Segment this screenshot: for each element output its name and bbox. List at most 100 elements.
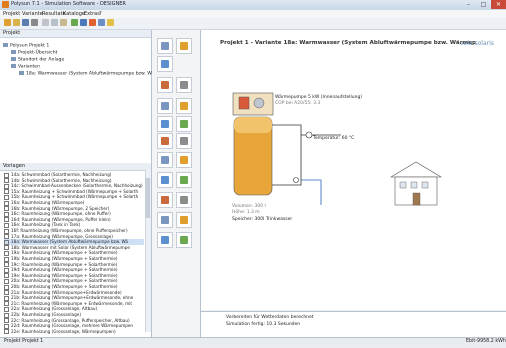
template-label: 16b: Raumheizung (Wärmepumpe, 2 Speicher…: [11, 205, 110, 211]
window-title: Polysun 7.1 - Simulation Software - DESI…: [11, 1, 126, 7]
tree-item-variant-18a[interactable]: 18a: Warmwasser (System Abluftwärmepumpe…: [19, 71, 169, 77]
collector-icon[interactable]: [157, 152, 173, 168]
compressor-icon: [238, 96, 250, 110]
template-label: 16c: Raumheizung (Wärmepumpe, ohne Puffe…: [11, 211, 111, 217]
cut-icon[interactable]: [42, 19, 49, 26]
sensor-icon[interactable]: [176, 232, 192, 248]
template-label: 19e: Raumheizung (Wärmepumpe + Solarther…: [11, 272, 118, 278]
pipe-tee-icon[interactable]: [176, 77, 192, 93]
template-label: 16a: Raumheizung (Wärmepumpe): [11, 200, 85, 205]
menu-projekt[interactable]: Projekt: [3, 11, 20, 17]
template-label: 16f: Raumheizung (Wärmepumpe, ohne Puffe…: [11, 228, 128, 233]
status-bar: [0, 337, 506, 348]
template-label: 19d: Raumheizung (Wärmepumpe + Solarther…: [11, 267, 118, 273]
template-label: 19b: Raumheizung (Wärmepumpe + Solarther…: [11, 256, 118, 261]
radiator-icon[interactable]: [157, 133, 173, 149]
pointer-tool-icon[interactable]: [157, 38, 173, 54]
controller-icon[interactable]: [157, 232, 173, 248]
open-folder-icon[interactable]: [13, 19, 20, 26]
template-label: 15a: Raumheizung + Schwimmbad (Wärmepump…: [11, 188, 139, 194]
heat-pump-label: Wärmepumpe 5 kW (Innenaufstellung): [275, 95, 363, 100]
template-label: 14c: Schwimmbad-Aussenbecken (Solartherm…: [11, 183, 143, 189]
tree-item-location[interactable]: Standort der Anlage: [11, 57, 64, 63]
location-icon: [11, 57, 16, 61]
status-energy: Ebit-9958.2 kWh: [466, 339, 506, 344]
hydraulic-diagram[interactable]: [201, 30, 506, 310]
boiler-icon[interactable]: [157, 116, 173, 132]
template-label: 16e: Raumheizung (Tank in Tank): [11, 222, 81, 228]
results-icon[interactable]: [80, 19, 87, 26]
fan-icon: [253, 97, 265, 109]
templates-header: Vorlagen: [0, 163, 151, 171]
tree-header: Projekt: [0, 30, 151, 38]
wall-icon[interactable]: [157, 172, 173, 188]
heater-icon[interactable]: [176, 116, 192, 132]
tree-item-project[interactable]: Polysun Projekt 1: [3, 43, 49, 49]
link-tool-icon[interactable]: [176, 38, 192, 54]
pipe-cold: [301, 179, 322, 205]
tank-icon[interactable]: [157, 98, 173, 114]
template-label: 18a: Warmwasser (System Abluftwärmepumpe…: [11, 239, 128, 245]
template-label: 21a: Raumheizung (Wärmepumpe+Erdwärmeson…: [11, 289, 122, 295]
paste-icon[interactable]: [60, 19, 67, 26]
new-project-icon[interactable]: [4, 19, 11, 26]
menu-extras[interactable]: Extras: [84, 11, 100, 17]
template-label: 20b: Raumheizung (Wärmepumpe + Solarther…: [11, 284, 118, 289]
tank-volume-label: Volumen: 300 l: [232, 204, 266, 209]
template-label: 21b: Raumheizung (Wärmepumpe+Erdwärmeson…: [11, 295, 134, 301]
menu-kataloge[interactable]: Kataloge: [63, 11, 85, 17]
template-label: 19c: Raumheizung (Wärmepumpe + Solarther…: [11, 261, 118, 267]
print-icon[interactable]: [31, 19, 38, 26]
folder-icon: [11, 64, 16, 68]
pool-icon[interactable]: [176, 212, 192, 228]
menu-variante[interactable]: Variante: [22, 11, 43, 17]
template-label: 14b: Schwimmbad (Solarthermie, Nachheizu…: [11, 177, 112, 183]
tree-item-overview[interactable]: Projekt-Übersicht: [11, 50, 57, 56]
templates-scroll-thumb[interactable]: [145, 178, 150, 218]
temperature-label: Temperatur: 60 °C: [313, 136, 355, 141]
tank-height-label: Höhe: 1.3 m: [232, 210, 260, 215]
status-project: Projekt Projekt 1: [4, 339, 44, 344]
run-simulation-icon[interactable]: [71, 19, 78, 26]
template-label: 20a: Raumheizung (Wärmepumpe + Solarther…: [11, 278, 118, 284]
template-label: 19a: Raumheizung (Wärmepumpe + Solarther…: [11, 250, 118, 256]
copy-icon[interactable]: [51, 19, 58, 26]
template-label: 18b: Warmwasser mit Solar (System Abluft…: [11, 244, 130, 250]
template-item[interactable]: 22e: Raumheizung (Grossanlage, Wärmepump…: [4, 329, 144, 335]
catalog-icon[interactable]: [98, 19, 105, 26]
template-label: 22c: Raumheizung (Grossanlage, Pufferspe…: [11, 317, 130, 323]
valve-icon[interactable]: [176, 98, 192, 114]
chart-icon[interactable]: [89, 19, 96, 26]
save-icon[interactable]: [22, 19, 29, 26]
tank-name-label: Speicher: 300l Trinkwasser: [232, 217, 293, 222]
message-line: Vorbereiten für Wetterdaten berechnet: [226, 315, 314, 320]
pipe-loop: [272, 124, 302, 186]
template-label: 16d: Raumheizung (Wärmepumpe, Puffer kle…: [11, 216, 111, 222]
pump-icon: [293, 177, 299, 183]
template-label: 22b: Raumheizung (Grossanlage): [11, 312, 81, 317]
sun-icon[interactable]: [107, 19, 114, 26]
variant-icon: [19, 71, 24, 75]
template-label: 22a: Raumheizung (Grossanlage, Altbau): [11, 306, 98, 312]
template-label: 22e: Raumheizung (Grossanlage, Wärmepump…: [11, 328, 116, 334]
building-icon[interactable]: [157, 192, 173, 208]
close-button[interactable]: ✕: [491, 0, 506, 9]
exchanger-icon[interactable]: [176, 133, 192, 149]
template-label: 14a: Schwimmbad (Solarthermie, Nachheizu…: [11, 172, 112, 177]
pv-panel-icon[interactable]: [176, 152, 192, 168]
minimize-button[interactable]: –: [461, 0, 476, 9]
mixing-valve-icon: [305, 131, 313, 139]
app-logo-icon: [2, 1, 9, 8]
template-label: 21c: Raumheizung (Wärmepumpe + Erdwärmes…: [11, 300, 132, 306]
consumer-icon[interactable]: [157, 212, 173, 228]
overview-icon: [11, 50, 16, 54]
tree-item-variants[interactable]: Varianten: [11, 64, 40, 70]
maximize-button[interactable]: □: [476, 0, 491, 9]
text-tool-icon[interactable]: [157, 56, 173, 72]
house-icon[interactable]: [176, 192, 192, 208]
pipe-cross-icon[interactable]: [157, 77, 173, 93]
template-label: 15b: Raumheizung + Schwimmbad (Wärmepump…: [11, 194, 139, 200]
message-line: Simulation fertig: 10.3 Sekunden: [226, 322, 301, 327]
menu-help[interactable]: ?: [99, 11, 102, 17]
door-icon[interactable]: [176, 172, 192, 188]
